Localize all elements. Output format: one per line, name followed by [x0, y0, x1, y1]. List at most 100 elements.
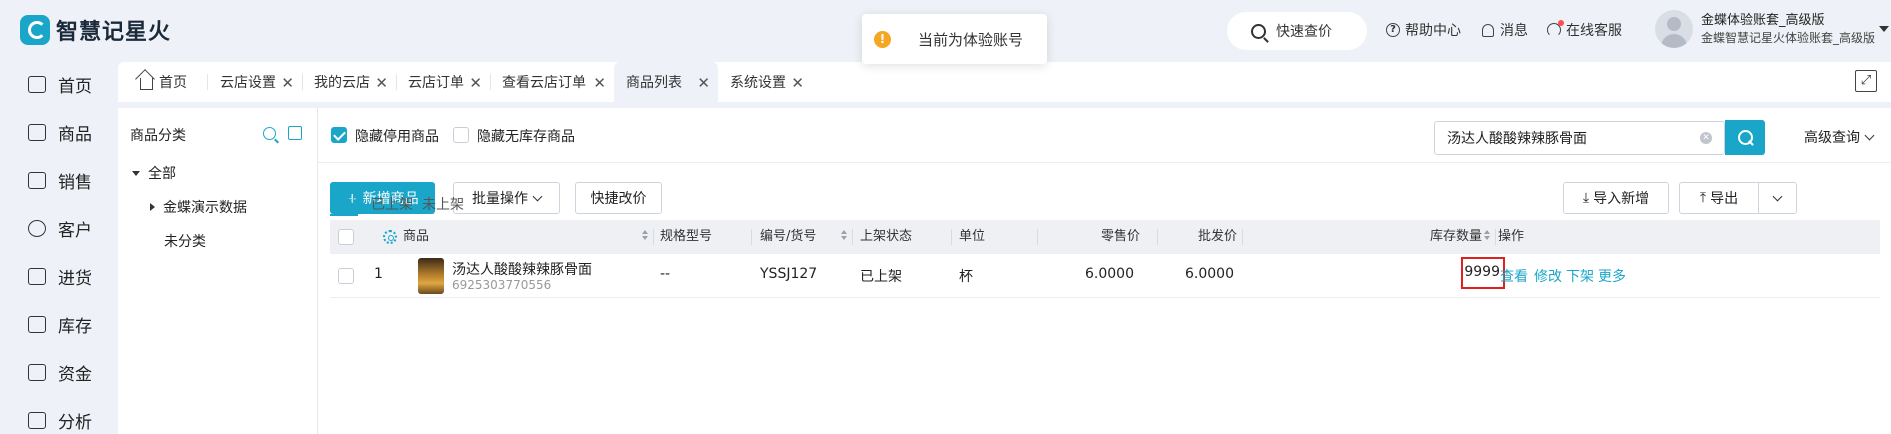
app-logo[interactable]: 智慧记星火: [20, 14, 171, 46]
column-header-operations: 操作: [1498, 229, 1525, 244]
tab-cloud-store-orders[interactable]: 云店订单 ✕: [396, 62, 490, 102]
export-dropdown-button[interactable]: [1758, 182, 1797, 214]
column-header-product: 商品: [403, 229, 430, 244]
product-code: YSSJ127: [760, 266, 818, 282]
product-spec: --: [660, 266, 671, 282]
tab-system-settings[interactable]: 系统设置 ✕: [718, 62, 812, 102]
product-search-input[interactable]: [1434, 121, 1725, 155]
caret-right-icon[interactable]: [150, 203, 155, 211]
tabs-bar: 首页 云店设置 ✕ 我的云店 ✕ 云店订单 ✕ 查看云店订单 ✕ 商品列表 ✕ …: [118, 62, 1891, 102]
fullscreen-icon[interactable]: ⤢: [1855, 70, 1877, 92]
tree-item-uncategorized[interactable]: 未分类: [164, 231, 206, 251]
search-icon[interactable]: [263, 127, 276, 140]
bag-icon: [28, 124, 46, 141]
quick-price-button[interactable]: 快速查价: [1227, 12, 1367, 50]
nav-item-label: 资金: [58, 365, 92, 385]
warehouse-icon: [28, 316, 46, 333]
close-icon[interactable]: ✕: [791, 74, 804, 92]
home-icon: [28, 76, 46, 93]
import-new-button[interactable]: ⤓ 导入新增: [1563, 182, 1669, 214]
more-link[interactable]: 更多: [1598, 266, 1626, 286]
search-button[interactable]: [1725, 120, 1765, 155]
status-tab-all[interactable]: 全部: [330, 194, 358, 214]
stock-quantity: 9999: [1461, 257, 1505, 289]
nav-item-home[interactable]: 首页: [28, 72, 92, 97]
nav-item-label: 销售: [58, 173, 92, 193]
nav-item-inventory[interactable]: 库存: [28, 312, 92, 337]
edit-icon[interactable]: [288, 126, 302, 140]
chevron-down-icon: [532, 191, 543, 201]
advanced-query-button[interactable]: 高级查询: [1804, 127, 1875, 147]
close-icon[interactable]: ✕: [593, 74, 606, 92]
column-header-code: 编号/货号: [760, 229, 817, 244]
tree-item-label: 未分类: [164, 234, 206, 250]
batch-operations-button[interactable]: 批量操作: [453, 182, 560, 214]
close-icon[interactable]: ✕: [281, 74, 294, 92]
online-support-link[interactable]: 在线客服: [1547, 20, 1622, 40]
logo-icon: [20, 15, 50, 45]
row-checkbox[interactable]: [338, 268, 354, 284]
tree-item-label: 金蝶演示数据: [163, 200, 247, 216]
active-tab-indicator: [330, 214, 358, 216]
messages-link[interactable]: 消息: [1482, 20, 1528, 40]
quick-price-change-button[interactable]: 快捷改价: [575, 182, 662, 214]
hide-no-stock-checkbox[interactable]: [453, 127, 469, 143]
toast-message: 当前为体验账号: [918, 30, 1024, 49]
nav-item-purchase[interactable]: 进货: [28, 264, 92, 289]
tree-item-demo-data[interactable]: 金蝶演示数据: [150, 197, 247, 217]
close-icon[interactable]: ✕: [697, 74, 710, 92]
account-menu[interactable]: 金蝶体验账套_高级版 金蝶智慧记星火体验账套_高级版: [1655, 10, 1890, 48]
gear-icon[interactable]: [383, 230, 397, 244]
online-support-label: 在线客服: [1566, 23, 1622, 39]
nav-item-label: 进货: [58, 269, 92, 289]
import-new-label: 导入新增: [1593, 191, 1650, 207]
caret-down-icon[interactable]: [132, 170, 140, 176]
tab-product-list[interactable]: 商品列表 ✕: [614, 62, 718, 102]
select-all-checkbox[interactable]: [338, 229, 354, 245]
column-header-spec: 规格型号: [660, 229, 713, 244]
hide-no-stock-label[interactable]: 隐藏无库存商品: [477, 126, 575, 146]
tab-label: 查看云店订单: [502, 75, 586, 91]
status-tab-on-shelf[interactable]: 已上架: [371, 194, 413, 214]
search-icon: [1251, 23, 1266, 39]
tab-label: 我的云店: [314, 75, 370, 91]
nav-item-sales[interactable]: 销售: [28, 168, 92, 193]
nav-item-analysis[interactable]: 分析: [28, 408, 92, 433]
hide-disabled-label[interactable]: 隐藏停用商品: [355, 126, 439, 146]
warning-icon: !: [874, 30, 891, 48]
help-center-label: 帮助中心: [1405, 23, 1461, 39]
tab-label: 首页: [159, 75, 187, 91]
table-row[interactable]: 1 汤达人酸酸辣辣豚骨面 6925303770556 -- YSSJ127 已上…: [330, 254, 1880, 298]
wholesale-price: 6.0000: [1185, 266, 1234, 282]
download-icon: ⤓: [1582, 190, 1590, 206]
tree-item-all[interactable]: 全部: [132, 163, 176, 183]
account-name: 金蝶体验账套_高级版: [1701, 12, 1825, 28]
tab-label: 云店设置: [220, 75, 276, 91]
product-unit: 杯: [959, 269, 973, 285]
tab-home[interactable]: 首页: [128, 62, 204, 102]
help-center-link[interactable]: ? 帮助中心: [1386, 20, 1461, 40]
nav-item-customers[interactable]: 客户: [28, 216, 92, 241]
hide-disabled-checkbox[interactable]: [331, 127, 347, 143]
nav-item-products[interactable]: 商品: [28, 120, 92, 145]
status-tab-off-shelf[interactable]: 未上架: [422, 194, 464, 214]
product-thumbnail: [418, 258, 444, 294]
edit-link[interactable]: 修改: [1534, 266, 1562, 286]
view-link[interactable]: 查看: [1500, 266, 1528, 286]
document-icon: [28, 172, 46, 189]
take-off-shelf-link[interactable]: 下架: [1566, 266, 1594, 286]
product-barcode: 6925303770556: [452, 278, 552, 292]
nav-item-label: 首页: [58, 77, 92, 97]
tab-cloud-store-settings[interactable]: 云店设置 ✕: [208, 62, 302, 102]
nav-item-label: 商品: [58, 125, 92, 145]
export-button[interactable]: ⤒ 导出: [1679, 182, 1759, 214]
close-icon[interactable]: ✕: [469, 74, 482, 92]
tab-my-cloud-store[interactable]: 我的云店 ✕: [302, 62, 396, 102]
clear-icon[interactable]: ✕: [1700, 132, 1712, 144]
tab-view-cloud-store-orders[interactable]: 查看云店订单 ✕: [490, 62, 614, 102]
chart-icon: [28, 412, 46, 429]
close-icon[interactable]: ✕: [375, 74, 388, 92]
column-header-retail-price: 零售价: [1101, 229, 1141, 244]
nav-item-funds[interactable]: 资金: [28, 360, 92, 385]
trial-account-toast: ! 当前为体验账号: [862, 14, 1047, 64]
